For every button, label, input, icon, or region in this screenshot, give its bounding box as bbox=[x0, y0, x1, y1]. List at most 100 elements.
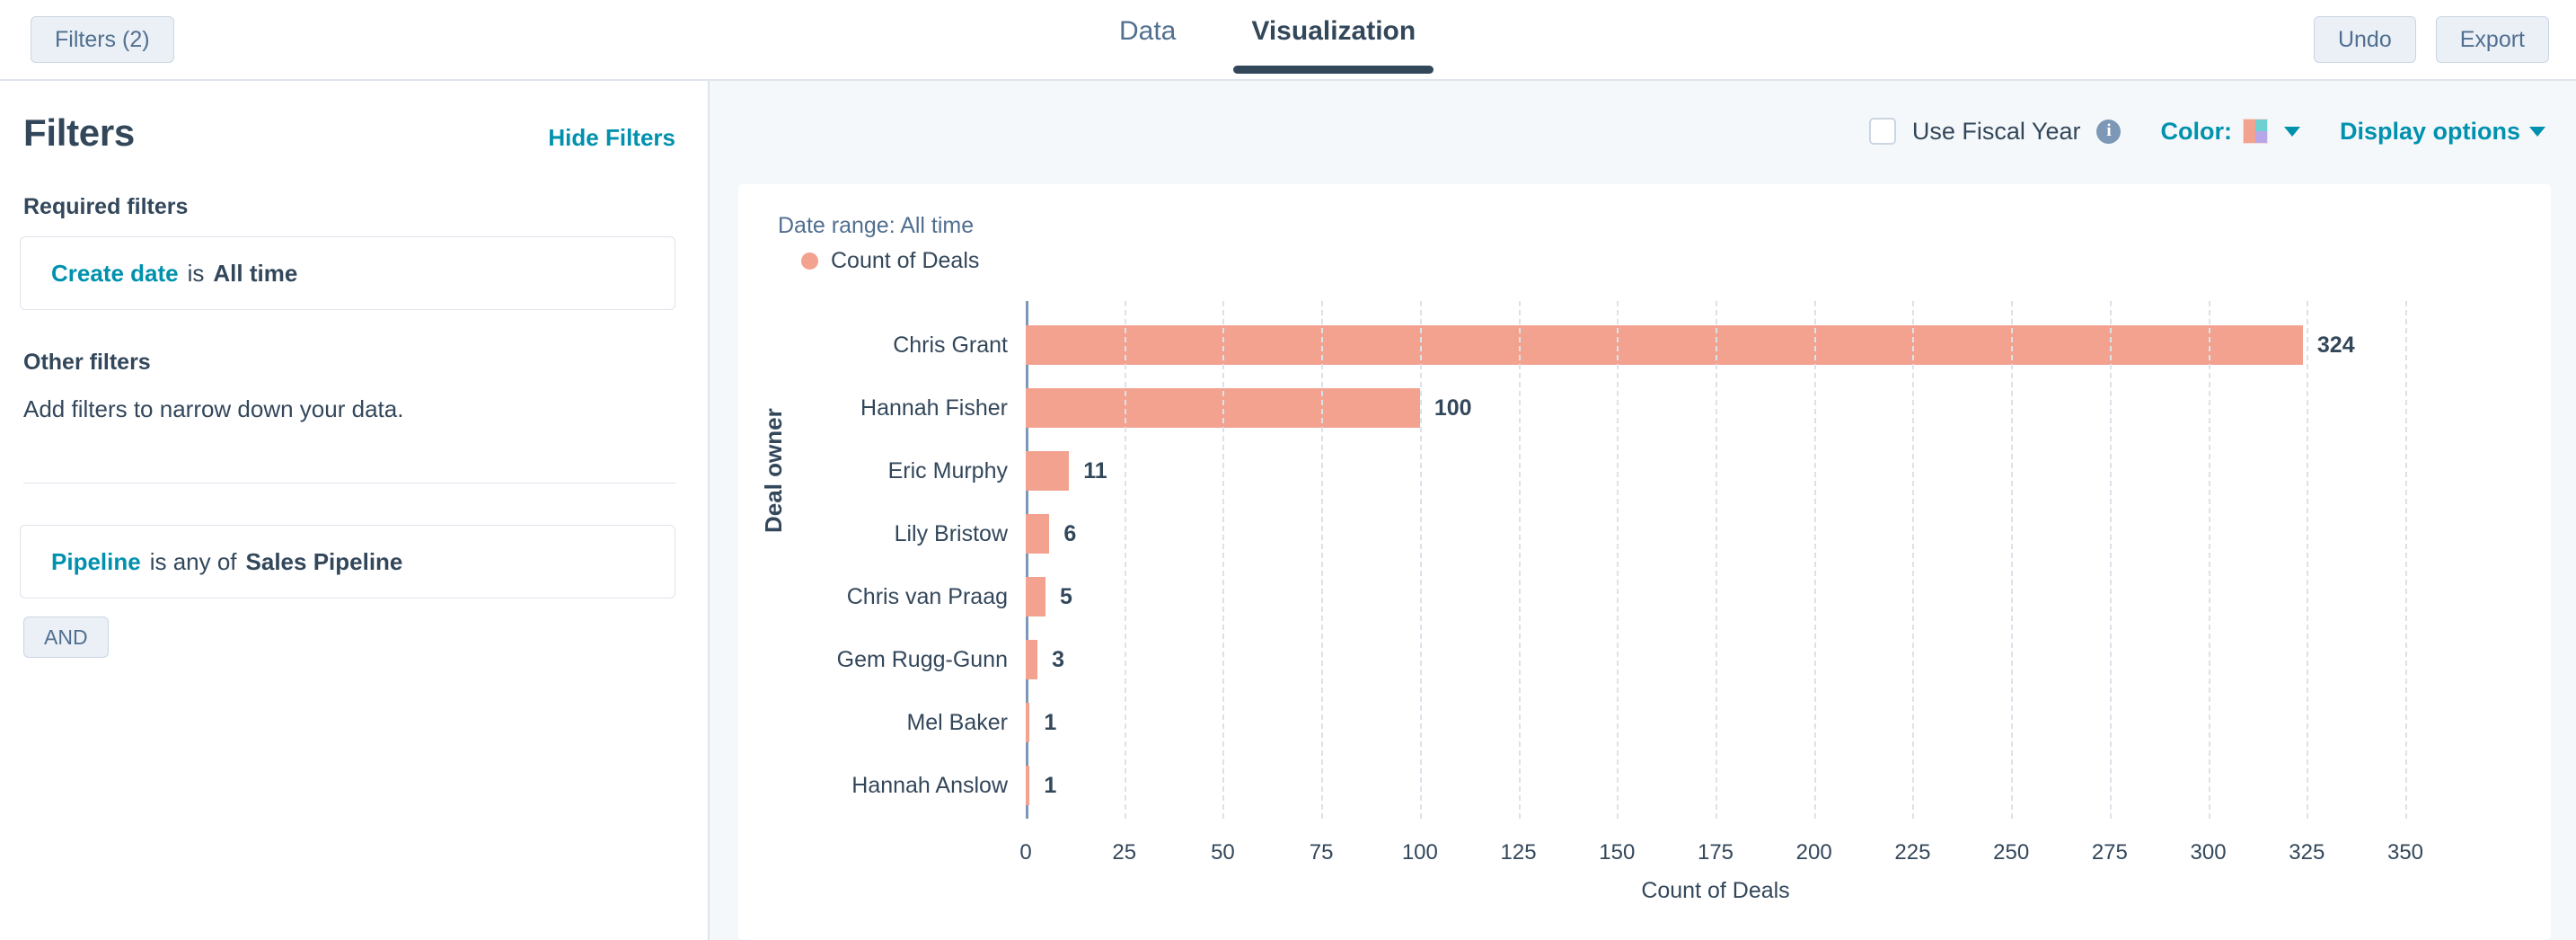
other-filters-heading: Other filters bbox=[23, 350, 151, 375]
bar-rows: Chris Grant 324 Hannah Fisher 100 Eric Murph… bbox=[738, 314, 2551, 819]
x-axis-tick-label: 75 bbox=[1309, 840, 1334, 865]
color-label: Color: bbox=[2160, 117, 2232, 145]
required-filter-create-date[interactable]: Create date is All time bbox=[20, 236, 675, 310]
bar-value-label: 324 bbox=[2316, 332, 2355, 358]
use-fiscal-year-control[interactable]: Use Fiscal Year i bbox=[1868, 117, 2122, 146]
gridline bbox=[1912, 301, 1915, 819]
bar-value-label: 1 bbox=[1044, 772, 1057, 798]
bar-row: Gem Rugg-Gunn 3 bbox=[738, 628, 2551, 691]
filter-value: All time bbox=[213, 259, 298, 287]
chevron-down-icon bbox=[2529, 126, 2545, 137]
filters-button[interactable]: Filters (2) bbox=[31, 16, 174, 63]
gridline bbox=[1617, 301, 1619, 819]
bar-category-label: Mel Baker bbox=[906, 709, 1008, 735]
filter-property: Pipeline bbox=[51, 547, 141, 575]
page-body: Filters Hide Filters Required filters Cr… bbox=[0, 81, 2576, 940]
use-fiscal-year-label: Use Fiscal Year bbox=[1911, 117, 2081, 145]
swatch-cell-3 bbox=[2243, 131, 2255, 143]
filter-operator: is bbox=[187, 259, 205, 287]
bar-category-label: Hannah Fisher bbox=[860, 395, 1008, 421]
gridline bbox=[1222, 301, 1225, 819]
chevron-down-icon bbox=[2283, 126, 2300, 137]
page-title: Filters bbox=[23, 111, 135, 154]
chart-meta: Date range: All time Count of Deals bbox=[738, 184, 2551, 274]
bar-value-label: 5 bbox=[1059, 583, 1072, 609]
x-axis-tick-label: 100 bbox=[1401, 840, 1438, 865]
bar-category-label: Chris Grant bbox=[893, 332, 1008, 358]
x-axis-tick-label: 25 bbox=[1112, 840, 1137, 865]
x-axis-tick-label: 225 bbox=[1894, 840, 1931, 865]
chart-legend[interactable]: Count of Deals bbox=[801, 248, 2551, 274]
bar[interactable] bbox=[1026, 766, 1030, 805]
sidebar-header: Filters Hide Filters bbox=[20, 111, 675, 155]
gridline bbox=[2011, 301, 2014, 819]
chart-toolbar: Use Fiscal Year i Color: Display options bbox=[710, 81, 2576, 182]
bar-row: Mel Baker 1 bbox=[738, 691, 2551, 754]
bar[interactable] bbox=[1026, 703, 1030, 742]
x-axis-tick-label: 150 bbox=[1599, 840, 1636, 865]
x-axis-tick-label: 250 bbox=[1993, 840, 2030, 865]
filter-property: Create date bbox=[51, 259, 179, 287]
info-icon[interactable]: i bbox=[2096, 119, 2122, 144]
color-swatch[interactable] bbox=[2242, 119, 2268, 144]
gridline bbox=[2307, 301, 2309, 819]
tab-data[interactable]: Data bbox=[1114, 13, 1181, 74]
bar-category-label: Hannah Anslow bbox=[851, 772, 1008, 798]
top-bar-actions: Undo Export bbox=[2313, 16, 2549, 63]
other-filters-hint: Add filters to narrow down your data. bbox=[23, 395, 404, 422]
gridline bbox=[1124, 301, 1126, 819]
x-axis-tick-label: 0 bbox=[1019, 840, 1032, 865]
bar-value-label: 6 bbox=[1063, 520, 1077, 546]
legend-color-dot bbox=[801, 253, 818, 270]
bar-category-label: Chris van Praag bbox=[846, 583, 1008, 609]
swatch-cell-1 bbox=[2243, 120, 2255, 131]
required-filters-heading: Required filters bbox=[23, 194, 189, 219]
gridline bbox=[2109, 301, 2112, 819]
other-filter-pipeline[interactable]: Pipeline is any of Sales Pipeline bbox=[20, 525, 675, 599]
chart-card: Date range: All time Count of Deals Deal… bbox=[738, 184, 2551, 940]
x-axis-tick-label: 200 bbox=[1795, 840, 1832, 865]
x-axis-tick-label: 300 bbox=[2190, 840, 2227, 865]
bar-row: Lily Bristow 6 bbox=[738, 502, 2551, 565]
bar-row: Hannah Anslow 1 bbox=[738, 754, 2551, 817]
gridline bbox=[1813, 301, 1816, 819]
x-axis-tick-label: 175 bbox=[1697, 840, 1734, 865]
filter-operator: is any of bbox=[149, 547, 237, 575]
bar-row: Chris Grant 324 bbox=[738, 314, 2551, 377]
filters-sidebar: Filters Hide Filters Required filters Cr… bbox=[0, 81, 710, 940]
swatch-cell-4 bbox=[2254, 131, 2267, 143]
legend-label: Count of Deals bbox=[831, 248, 980, 273]
display-options-label: Display options bbox=[2339, 117, 2520, 145]
filter-value: Sales Pipeline bbox=[245, 547, 403, 575]
date-range-label: Date range: All time bbox=[778, 213, 975, 238]
bar[interactable] bbox=[1026, 514, 1050, 554]
display-options-control[interactable]: Display options bbox=[2340, 118, 2545, 146]
use-fiscal-year-checkbox[interactable] bbox=[1868, 118, 1896, 145]
chart-plot-area: Deal owner Chris Grant 324 Hannah Fisher 10… bbox=[738, 290, 2551, 940]
x-axis-tick-label: 350 bbox=[2386, 840, 2424, 865]
bar[interactable] bbox=[1026, 577, 1045, 616]
gridline bbox=[1419, 301, 1422, 819]
bar-category-label: Lily Bristow bbox=[894, 520, 1008, 546]
color-picker-control[interactable]: Color: bbox=[2160, 117, 2300, 146]
x-axis-title: Count of Deals bbox=[1641, 878, 1790, 903]
export-button[interactable]: Export bbox=[2435, 16, 2549, 63]
bar-category-label: Gem Rugg-Gunn bbox=[836, 646, 1008, 672]
and-button[interactable]: AND bbox=[23, 616, 109, 658]
bar-value-label: 1 bbox=[1044, 709, 1057, 735]
gridline bbox=[1321, 301, 1324, 819]
bar-row: Hannah Fisher 100 bbox=[738, 377, 2551, 439]
bar-value-label: 11 bbox=[1083, 457, 1107, 483]
gridline bbox=[2405, 301, 2407, 819]
undo-button[interactable]: Undo bbox=[2313, 16, 2416, 63]
bar[interactable] bbox=[1026, 640, 1038, 679]
bar[interactable] bbox=[1026, 451, 1070, 491]
hide-filters-link[interactable]: Hide Filters bbox=[548, 124, 675, 152]
bar-value-label: 3 bbox=[1052, 646, 1065, 672]
x-axis-tick-label: 125 bbox=[1500, 840, 1537, 865]
tab-visualization[interactable]: Visualization bbox=[1233, 13, 1434, 74]
gridline bbox=[1518, 301, 1521, 819]
x-axis-ticks: 0 25 50 75 100 125 150 175 200 225 250 275 300 325 350 bbox=[738, 828, 2551, 918]
gridline bbox=[1716, 301, 1717, 819]
swatch-cell-2 bbox=[2254, 120, 2267, 131]
